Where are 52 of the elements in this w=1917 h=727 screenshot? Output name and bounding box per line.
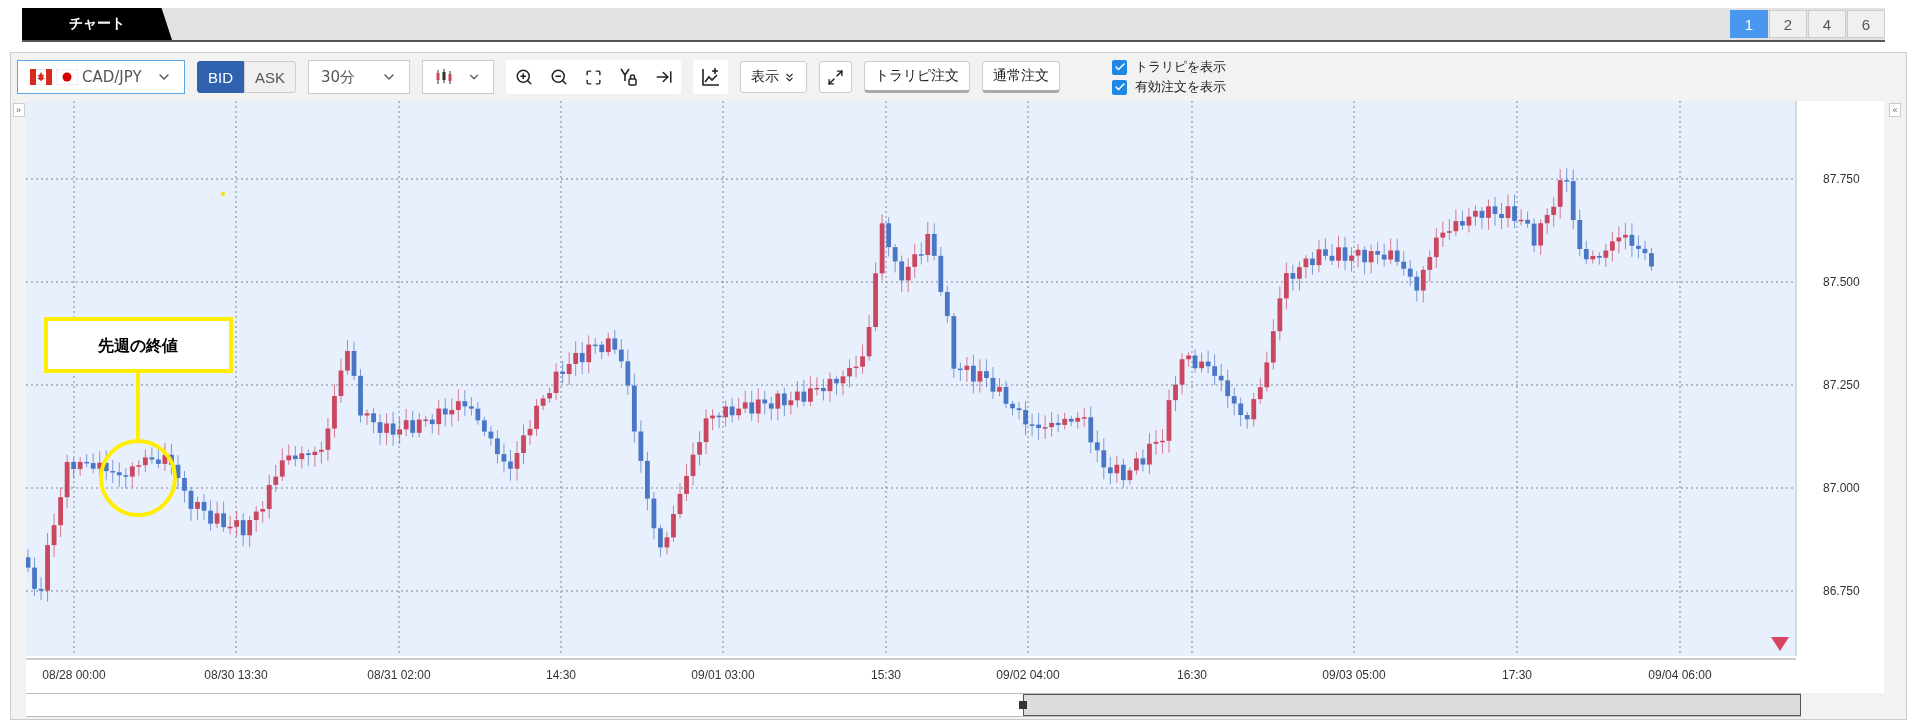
add-indicator-icon — [700, 67, 721, 87]
axis-label: 09/04 06:00 — [1648, 668, 1712, 682]
checkbox[interactable] — [1112, 79, 1128, 95]
order-button[interactable]: トラリピ注文 — [864, 61, 971, 93]
axis-label: 09/03 05:00 — [1322, 668, 1386, 682]
marker-dot — [221, 192, 225, 196]
canada-flag-icon — [30, 69, 52, 85]
fullscreen-button[interactable] — [819, 61, 853, 93]
expand-left-button[interactable]: » — [12, 103, 25, 117]
order-button[interactable]: 通常注文 — [982, 61, 1061, 93]
layout-button[interactable]: 6 — [1847, 10, 1885, 38]
price-side-button[interactable]: BID — [197, 61, 244, 93]
layout-button[interactable]: 2 — [1769, 10, 1807, 38]
axis-label: 87.250 — [1823, 378, 1860, 392]
price-side-button[interactable]: ASK — [244, 61, 297, 93]
callout-label: 先週の終値 — [98, 336, 178, 355]
zoom-in-icon — [514, 68, 533, 86]
axis-label: 15:30 — [871, 668, 901, 682]
japan-flag-icon — [56, 69, 78, 85]
axis-label: 08/30 13:30 — [204, 668, 268, 682]
drag-handle[interactable] — [1019, 701, 1027, 709]
expand-arrows-icon — [827, 68, 845, 86]
layout-button[interactable]: 4 — [1808, 10, 1846, 38]
leader-line — [136, 372, 140, 441]
axis-label: 09/02 04:00 — [996, 668, 1060, 682]
axis-label: 16:30 — [1177, 668, 1207, 682]
checkbox[interactable] — [1112, 59, 1128, 75]
axis-label: 87.750 — [1823, 172, 1860, 186]
axis-lock-icon — [618, 67, 639, 87]
symbol-select[interactable]: CAD/JPY — [17, 60, 185, 94]
checkbox-label: トラリピを表示 — [1135, 58, 1227, 76]
timeframe-select[interactable]: 30分 — [308, 60, 411, 94]
axis-label: 14:30 — [546, 668, 576, 682]
axis-label: 08/28 00:00 — [42, 668, 106, 682]
candlestick-icon — [435, 69, 454, 85]
checkbox-label: 有効注文を表示 — [1135, 78, 1227, 96]
axis-label: 09/01 03:00 — [691, 668, 755, 682]
axis-label: 86.750 — [1823, 584, 1860, 598]
indicator-button[interactable] — [693, 60, 729, 94]
range-scrollbar[interactable] — [26, 693, 1801, 717]
axis-label: 08/31 02:00 — [367, 668, 431, 682]
chart-type-select[interactable] — [422, 60, 495, 94]
alert-triangle-icon — [1771, 637, 1789, 651]
zoom-out-icon — [549, 68, 568, 86]
axis-label: 87.000 — [1823, 481, 1860, 495]
arrow-to-line-icon — [654, 68, 673, 86]
axis-label: 17:30 — [1502, 668, 1532, 682]
corners-icon — [585, 68, 603, 86]
expand-right-button[interactable]: « — [1889, 103, 1901, 117]
axis-label: 87.500 — [1823, 275, 1860, 289]
display-menu-button[interactable]: 表示 — [740, 61, 808, 93]
chart-tab[interactable]: チャート — [22, 8, 172, 40]
